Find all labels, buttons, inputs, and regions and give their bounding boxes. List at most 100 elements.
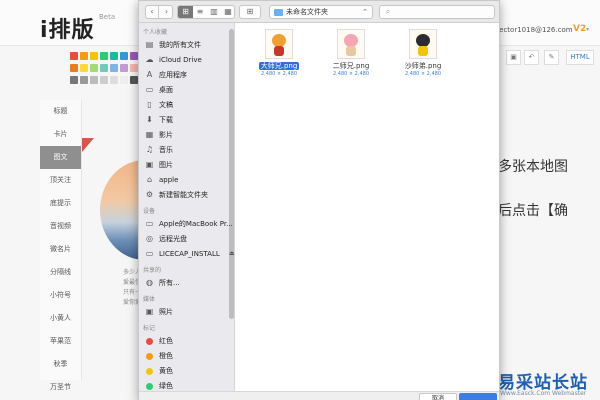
sidebar-favorite-item[interactable]: ⌂ apple	[145, 173, 233, 187]
sidebar-favorite-item[interactable]: ▤ 我的所有文件	[145, 38, 233, 52]
sidebar-device-item-label: Apple的MacBook Pr...	[159, 220, 233, 228]
color-swatch[interactable]	[70, 64, 78, 72]
list-view-icon[interactable]: ≡	[193, 6, 207, 18]
sidebar-favorite-item[interactable]: ▦ 影片	[145, 128, 233, 142]
color-swatch[interactable]	[100, 52, 108, 60]
sidebar-media-item-label: 照片	[159, 308, 173, 316]
sidebar-tag-item-label: 红色	[159, 337, 173, 345]
eject-icon[interactable]: ⏏	[229, 247, 234, 261]
color-swatch[interactable]	[110, 64, 118, 72]
sidebar-shared-item[interactable]: ◍ 所有...	[145, 276, 233, 290]
category-item[interactable]: 秋季	[40, 353, 81, 376]
all-files-icon: ▤	[145, 40, 154, 49]
color-swatch[interactable]	[110, 76, 118, 84]
user-email[interactable]: vector1018@126.com	[495, 26, 573, 34]
section-favorites: 个人收藏	[143, 29, 168, 36]
open-button[interactable]	[459, 393, 497, 400]
sidebar-favorite-item[interactable]: ⬇ 下载	[145, 113, 233, 127]
sidebar-device-item[interactable]: ▭ LICECAP_INSTALL ⏏	[145, 247, 234, 261]
edit-icon[interactable]: ✎	[544, 50, 559, 65]
sidebar-favorite-item[interactable]: ☁ iCloud Drive	[145, 53, 233, 67]
color-swatch[interactable]	[80, 52, 88, 60]
color-swatch[interactable]	[130, 64, 138, 72]
sidebar-favorite-item-label: iCloud Drive	[159, 56, 202, 64]
sidebar-favorite-item[interactable]: ▭ 桌面	[145, 83, 233, 97]
color-swatch[interactable]	[90, 76, 98, 84]
sidebar-favorite-item[interactable]: ▣ 图片	[145, 158, 233, 172]
forward-icon[interactable]: ›	[160, 6, 173, 18]
category-item[interactable]: 音视频	[40, 215, 81, 238]
color-swatch[interactable]	[90, 52, 98, 60]
category-item[interactable]: 顶关注	[40, 169, 81, 192]
app-logo[interactable]: i排版	[40, 12, 95, 44]
sidebar-favorite-item[interactable]: ▯ 文稿	[145, 98, 233, 112]
color-swatch[interactable]	[100, 64, 108, 72]
file-dimensions: 2,480 × 2,480	[261, 71, 297, 77]
category-item[interactable]: 小黄人	[40, 307, 81, 330]
file-name: 二师兄.png	[321, 62, 381, 71]
file-item[interactable]: 沙师弟.png 2,480 × 2,480	[393, 29, 453, 83]
dialog-toolbar: ‹ › ⊞ ≡ ▥ ▦ ⊞ 未命名文件夹 ⌃ ⌕	[139, 1, 499, 23]
category-item[interactable]: 标题	[40, 100, 81, 123]
sidebar-device-item[interactable]: ▭ Apple的MacBook Pr...	[145, 217, 233, 231]
color-swatch[interactable]	[80, 64, 88, 72]
image-icon[interactable]: ▣	[506, 50, 521, 65]
downloads-icon: ⬇	[146, 115, 153, 124]
arrange-button[interactable]: ⊞	[239, 5, 261, 19]
sidebar-device-item[interactable]: ◎ 远程光盘	[145, 232, 233, 246]
category-item[interactable]: 卡片	[40, 123, 81, 146]
sidebar-device-item-label: LICECAP_INSTALL	[159, 250, 220, 258]
undo-icon[interactable]: ↶	[524, 50, 539, 65]
color-swatch[interactable]	[120, 64, 128, 72]
color-swatch[interactable]	[120, 76, 128, 84]
color-swatch[interactable]	[130, 76, 138, 84]
file-item[interactable]: 大师兄.png 2,480 × 2,480	[249, 29, 309, 83]
color-swatch[interactable]	[100, 76, 108, 84]
sidebar-favorite-item-label: apple	[159, 176, 179, 184]
character-body	[274, 46, 284, 56]
category-item[interactable]: 微名片	[40, 238, 81, 261]
sidebar-favorite-item[interactable]: ⚙ 新建智能文件夹	[145, 188, 233, 202]
location-label: 未命名文件夹	[286, 8, 328, 16]
sidebar-tag-item[interactable]: 红色	[145, 334, 233, 348]
sidebar-tag-item[interactable]: 黄色	[145, 364, 233, 378]
sidebar-tag-item[interactable]: 橙色	[145, 349, 233, 363]
search-input[interactable]: ⌕	[379, 5, 495, 19]
color-swatch[interactable]	[110, 52, 118, 60]
file-dimensions: 2,480 × 2,480	[333, 71, 369, 77]
file-item[interactable]: 二师兄.png 2,480 × 2,480	[321, 29, 381, 83]
html-mode-button[interactable]: HTML	[566, 50, 594, 65]
home-icon: ⌂	[146, 175, 153, 184]
corner-marker	[82, 138, 94, 152]
column-view-icon[interactable]: ▥	[207, 6, 221, 18]
remote-disc-icon: ◎	[146, 234, 153, 243]
editor-text-line-1: 多张本地图	[498, 159, 568, 175]
vip-badge[interactable]: V2	[573, 24, 586, 34]
photos-icon: ▣	[145, 307, 154, 316]
sidebar-media-item[interactable]: ▣ 照片	[145, 305, 233, 319]
file-name: 沙师弟.png	[393, 62, 453, 71]
category-item[interactable]: 小符号	[40, 284, 81, 307]
color-swatch[interactable]	[70, 76, 78, 84]
sidebar-favorite-item[interactable]: ♫ 音乐	[145, 143, 233, 157]
color-swatch[interactable]	[70, 52, 78, 60]
category-item[interactable]: 图文	[40, 146, 81, 169]
cancel-button[interactable]: 取消	[419, 393, 457, 400]
color-swatch[interactable]	[120, 52, 128, 60]
category-item[interactable]: 底提示	[40, 192, 81, 215]
category-item[interactable]: 分隔线	[40, 261, 81, 284]
color-swatch[interactable]	[130, 52, 138, 60]
category-item[interactable]: 苹果范	[40, 330, 81, 353]
color-swatch[interactable]	[80, 76, 88, 84]
gallery-view-icon[interactable]: ▦	[221, 6, 235, 18]
back-icon[interactable]: ‹	[146, 6, 159, 18]
user-account[interactable]: 程 vector1018@126.com	[485, 26, 573, 35]
chevron-down-icon[interactable]: ▾	[586, 26, 589, 33]
color-swatch[interactable]	[90, 64, 98, 72]
sidebar-tag-item-label: 橙色	[159, 352, 173, 360]
sidebar-favorite-item-label: 文稿	[159, 101, 173, 109]
icon-view-icon[interactable]: ⊞	[178, 6, 193, 18]
sidebar-favorite-item[interactable]: A 应用程序	[145, 68, 233, 82]
location-popup[interactable]: 未命名文件夹 ⌃	[269, 5, 373, 19]
category-item[interactable]: 万圣节	[40, 376, 81, 399]
